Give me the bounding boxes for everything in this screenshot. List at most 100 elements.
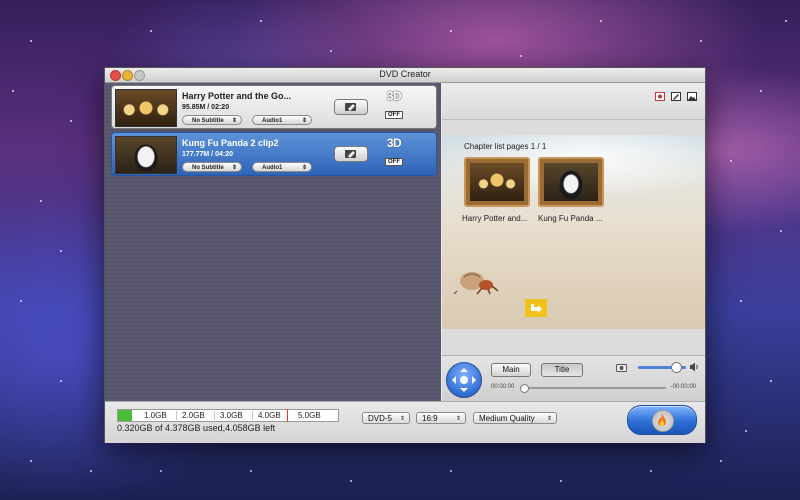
video-size-duration: 95.85M / 02:20: [182, 104, 230, 111]
disc-type-select[interactable]: DVD-5 ⇕: [362, 412, 410, 424]
disc-usage-text: 0.320GB of 4.378GB used,4.058GB left: [117, 423, 276, 433]
volume-knob[interactable]: [671, 362, 683, 373]
video-thumbnail: [115, 136, 177, 174]
star: [12, 90, 14, 92]
main-menu-button[interactable]: Main: [491, 363, 531, 377]
seek-knob[interactable]: [520, 384, 529, 393]
star: [450, 30, 452, 32]
star: [785, 20, 787, 22]
subtitle-select-value: No Subtitle: [192, 118, 224, 124]
window-title: DVD Creator: [379, 69, 431, 79]
video-list[interactable]: Harry Potter and the Go... 95.85M / 02:2…: [105, 83, 441, 401]
arrow-down-icon[interactable]: [460, 388, 468, 396]
edit-video-button[interactable]: [334, 146, 368, 162]
star: [730, 160, 732, 162]
star: [350, 480, 352, 482]
3d-label: 3D: [386, 136, 402, 150]
playback-controls: Main Title 00:00:00 -00:00:00: [442, 355, 705, 402]
capacity-tick: 4.0GB: [258, 411, 281, 420]
3d-label: 3D: [386, 89, 402, 103]
disc-type-value: DVD-5: [368, 414, 393, 423]
aspect-ratio-value: 16:9: [422, 414, 438, 423]
next-page-icon: [531, 304, 542, 313]
chevron-updown-icon: ⇕: [301, 118, 307, 124]
audio-select[interactable]: Audio1 ⇕: [252, 115, 312, 125]
edit-video-button[interactable]: [334, 99, 368, 115]
arrow-right-icon[interactable]: [472, 376, 480, 384]
remaining-time: -00:00:00: [670, 384, 696, 390]
preview-toolbar: [442, 83, 705, 120]
star: [150, 30, 152, 32]
star: [740, 300, 742, 302]
video-thumbnail: [115, 89, 177, 127]
video-item-harry-potter[interactable]: Harry Potter and the Go... 95.85M / 02:2…: [111, 85, 437, 129]
video-size-duration: 177.77M / 04:20: [182, 151, 233, 158]
star: [600, 20, 602, 22]
subtitle-select[interactable]: No Subtitle ⇕: [182, 162, 242, 172]
arrow-left-icon[interactable]: [448, 376, 456, 384]
burn-button[interactable]: [627, 405, 697, 435]
star: [160, 470, 162, 472]
3d-toggle[interactable]: 3D OFF: [384, 89, 404, 121]
star: [700, 40, 702, 42]
template-icon[interactable]: [655, 92, 665, 101]
star: [760, 90, 762, 92]
star: [70, 120, 72, 122]
star: [745, 430, 747, 432]
capacity-tick: 3.0GB: [220, 411, 243, 420]
title-menu-button[interactable]: Title: [541, 363, 583, 377]
dvd-creator-window: DVD Creator Harry Potter and the Go... 9…: [104, 67, 706, 443]
quality-select[interactable]: Medium Quality ⇕: [473, 412, 557, 424]
flame-icon: [658, 414, 666, 426]
star: [20, 300, 22, 302]
subtitle-select-value: No Subtitle: [192, 165, 224, 171]
hermit-crab-image: [453, 272, 499, 295]
capacity-tick: 2.0GB: [182, 411, 205, 420]
edit-template-icon[interactable]: [671, 92, 681, 101]
3d-state: OFF: [385, 111, 403, 119]
star: [560, 480, 562, 482]
edit-icon: [345, 103, 356, 111]
capacity-limit-line: [287, 409, 288, 422]
dpad-center-button[interactable]: [460, 376, 468, 384]
arrow-up-icon[interactable]: [460, 364, 468, 372]
capacity-divider: [214, 411, 215, 420]
star: [40, 200, 42, 202]
star: [780, 230, 782, 232]
navigation-dpad[interactable]: [446, 362, 482, 398]
subtitle-select[interactable]: No Subtitle ⇕: [182, 115, 242, 125]
camera-icon[interactable]: [616, 363, 627, 372]
3d-toggle[interactable]: 3D OFF: [384, 136, 404, 168]
edit-icon: [345, 150, 356, 158]
chapter-thumbnail-2[interactable]: [538, 157, 604, 207]
volume-icon: [690, 362, 698, 372]
chapter-list-header: Chapter list pages 1 / 1: [464, 142, 547, 151]
capacity-divider: [252, 411, 253, 420]
volume-slider[interactable]: [638, 361, 700, 373]
aspect-ratio-select[interactable]: 16:9 ⇕: [416, 412, 466, 424]
next-page-button[interactable]: [525, 299, 547, 317]
3d-state: OFF: [385, 158, 403, 166]
star: [520, 55, 522, 57]
audio-select-value: Audio1: [262, 118, 283, 124]
audio-select[interactable]: Audio1 ⇕: [252, 162, 312, 172]
chevron-updown-icon: ⇕: [231, 165, 237, 171]
chapter-label-1[interactable]: Harry Potter and...: [462, 214, 527, 223]
chapter-label-2[interactable]: Kung Fu Panda ...: [538, 214, 603, 223]
audio-select-value: Audio1: [262, 165, 283, 171]
star: [250, 470, 252, 472]
chevron-updown-icon: ⇕: [301, 165, 307, 171]
chevron-updown-icon: ⇕: [231, 118, 237, 124]
disc-capacity-bar: 1.0GB 2.0GB 3.0GB 4.0GB 5.0GB: [117, 409, 339, 422]
seek-bar[interactable]: 00:00:00 -00:00:00: [491, 382, 696, 394]
star: [90, 470, 92, 472]
capacity-tick: 5.0GB: [298, 411, 321, 420]
star: [450, 470, 452, 472]
bottom-bar: 1.0GB 2.0GB 3.0GB 4.0GB 5.0GB 0.320GB of…: [105, 401, 705, 443]
video-title: Kung Fu Panda 2 clip2: [182, 138, 279, 148]
photo-icon[interactable]: [687, 92, 697, 101]
video-item-kung-fu-panda[interactable]: Kung Fu Panda 2 clip2 177.77M / 04:20 No…: [111, 132, 437, 176]
chapter-thumbnail-1[interactable]: [464, 157, 530, 207]
star: [60, 380, 62, 382]
quality-value: Medium Quality: [479, 414, 535, 423]
